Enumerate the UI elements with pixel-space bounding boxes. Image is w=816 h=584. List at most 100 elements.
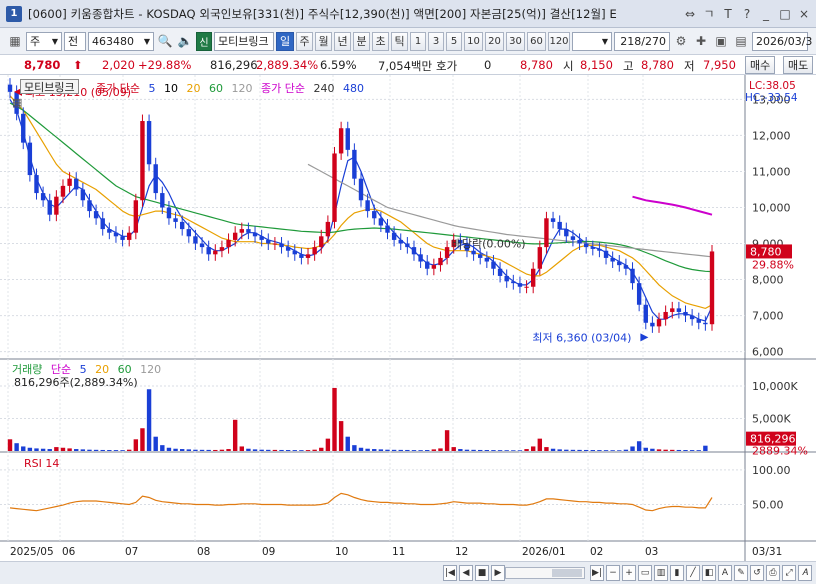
candle-body <box>703 322 708 325</box>
settings-icon[interactable]: ⚙ <box>672 32 690 51</box>
ma60-label: 60 <box>208 82 223 95</box>
volume-bar <box>663 449 668 451</box>
period-tab-year[interactable]: 년 <box>334 31 351 51</box>
period-tab-month[interactable]: 월 <box>315 31 332 51</box>
grid-icon[interactable]: ▦ <box>6 32 24 51</box>
volume-bar <box>570 449 576 451</box>
candle-body <box>544 218 549 248</box>
interval-120[interactable]: 120 <box>548 31 570 51</box>
save-icon[interactable]: ▣ <box>712 32 730 51</box>
data-count-display[interactable]: 218/270 <box>614 31 670 51</box>
candle-body <box>47 200 52 215</box>
buy-button[interactable]: 매수 <box>745 56 776 74</box>
market-select[interactable]: 주 ▼ <box>26 31 62 51</box>
custom-interval-input[interactable]: ▼ <box>572 31 612 51</box>
candle-body <box>689 315 695 320</box>
chart-scrollbar[interactable] <box>505 567 585 579</box>
scroll-right-icon[interactable]: ▶ <box>491 565 505 581</box>
credit-badge: 신 <box>196 31 212 51</box>
split-icon[interactable]: ◧ <box>702 565 716 581</box>
volume-bar <box>332 387 337 451</box>
low-annotation: 최저 6,360 (03/04) <box>532 331 631 344</box>
zoom-out-icon[interactable]: − <box>606 565 620 581</box>
period-tab-tick[interactable]: 틱 <box>391 31 408 51</box>
interval-30[interactable]: 30 <box>506 31 525 51</box>
link-icon[interactable]: ⇔ <box>682 5 698 22</box>
interval-5[interactable]: 5 <box>446 31 462 51</box>
interval-10[interactable]: 10 <box>464 31 483 51</box>
window-number-badge: 1 <box>6 5 22 22</box>
stock-chart[interactable]: 6,0007,0008,0009,00010,00011,00012,00013… <box>0 75 816 561</box>
grid-settings-icon[interactable]: ▦ <box>12 96 22 109</box>
interval-20[interactable]: 20 <box>485 31 504 51</box>
layout-icon[interactable]: ▭ <box>638 565 652 581</box>
candle-body <box>246 229 251 233</box>
period-tab-day[interactable]: 일 <box>276 31 294 51</box>
candle-body <box>557 221 562 230</box>
scroll-left-icon[interactable]: ◀ <box>459 565 473 581</box>
candle-body <box>358 178 364 201</box>
zoom-in-icon[interactable]: + <box>622 565 636 581</box>
maximize-button[interactable]: □ <box>777 5 793 22</box>
minimize-button[interactable]: _ <box>758 5 774 22</box>
scroll-end-icon[interactable]: ▶| <box>590 565 604 581</box>
expand-icon[interactable]: ⤢ <box>782 565 796 581</box>
price-change: 2,020 <box>102 58 135 72</box>
interval-60[interactable]: 60 <box>527 31 546 51</box>
search-icon[interactable]: 🔍 <box>156 32 174 51</box>
chart-type-icon[interactable]: ▥ <box>654 565 668 581</box>
type-select[interactable]: 전 <box>64 31 86 51</box>
date-tick-label: 03/31 <box>752 546 782 558</box>
text-size-icon[interactable]: A <box>718 565 732 581</box>
volume-bar <box>365 448 370 451</box>
volume-bar <box>153 436 158 451</box>
calendar-icon[interactable]: ▤ <box>732 32 750 51</box>
candle-body <box>524 286 529 288</box>
candle-body <box>319 236 324 248</box>
line-view-icon[interactable]: ╱ <box>686 565 700 581</box>
pin-icon[interactable]: ㄱ <box>701 5 717 22</box>
font-style-icon[interactable]: 𝐴 <box>798 565 812 581</box>
ma2-label: 종가 단순 <box>260 82 305 95</box>
candle-body <box>87 200 92 212</box>
scrollbar-thumb[interactable] <box>552 569 582 577</box>
volume-bar <box>272 449 278 451</box>
volume-bar <box>60 447 66 451</box>
candle-body <box>590 247 595 249</box>
stock-name-badge[interactable]: 모티브링크 <box>20 79 79 94</box>
date-input[interactable]: 2026/03/3 <box>752 31 812 51</box>
stop-icon[interactable]: ■ <box>475 565 489 581</box>
volume-bar <box>451 447 456 451</box>
print-icon[interactable]: ⎙ <box>766 565 780 581</box>
crosshair-icon[interactable]: ✚ <box>692 32 710 51</box>
scroll-start-icon[interactable]: |◀ <box>443 565 457 581</box>
candle-body <box>636 283 642 305</box>
price-tick-label: 11,000 <box>752 165 791 178</box>
date-tick-label: 03 <box>645 546 658 558</box>
volume-bar <box>478 449 483 451</box>
period-tab-week[interactable]: 주 <box>296 31 313 51</box>
stock-code-input[interactable]: 463480 ▼ <box>88 31 154 51</box>
candle-body <box>418 254 423 262</box>
period-tab-second[interactable]: 초 <box>372 31 389 51</box>
volume-bar <box>133 439 139 451</box>
bar-view-icon[interactable]: ▮ <box>670 565 684 581</box>
candle-body <box>193 236 198 244</box>
help-icon[interactable]: ? <box>739 5 755 22</box>
candle-body <box>299 254 304 258</box>
volume-bar <box>107 450 112 451</box>
volume-bar <box>597 450 602 451</box>
interval-1[interactable]: 1 <box>410 31 426 51</box>
interval-3[interactable]: 3 <box>428 31 444 51</box>
speaker-icon[interactable]: 🔈 <box>176 32 194 51</box>
sell-button[interactable]: 매도 <box>783 56 814 74</box>
reset-icon[interactable]: ↺ <box>750 565 764 581</box>
period-tab-minute[interactable]: 분 <box>353 31 370 51</box>
brush-icon[interactable]: ✎ <box>734 565 748 581</box>
close-button[interactable]: × <box>796 5 812 22</box>
candle-body <box>365 200 370 212</box>
volume-bar <box>431 449 437 451</box>
font-icon[interactable]: T <box>720 5 736 22</box>
volume-bar <box>372 449 377 451</box>
price-tick-label: 12,000 <box>752 129 791 142</box>
